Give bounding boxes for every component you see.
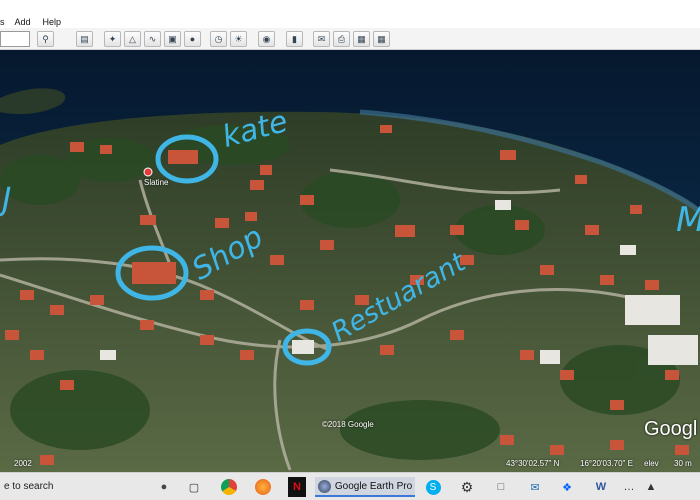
dropbox-icon[interactable]: ❖ (558, 477, 576, 497)
search-input[interactable] (0, 31, 30, 47)
menu-item-help[interactable]: Help (43, 17, 62, 27)
google-earth-icon (317, 479, 331, 493)
placemark-icon[interactable]: ✦ (104, 31, 121, 47)
satellite-imagery (0, 50, 700, 472)
overlay-icon[interactable]: ▣ (164, 31, 181, 47)
toolbar: ⚲ ▤ ✦ △ ∿ ▣ ● ◷ ☀ ◉ ▮ ✉ ⎙ ▦ ▦ (0, 28, 700, 50)
network-icon[interactable]: ▲ (642, 477, 660, 497)
chrome-icon[interactable] (220, 477, 238, 497)
ruler-icon[interactable]: ▮ (286, 31, 303, 47)
menu-bar: s Add Help (0, 0, 700, 28)
google-brand: Googl (644, 418, 698, 440)
google-earth-taskbar-button[interactable]: Google Earth Pro (315, 477, 415, 497)
mail-icon[interactable]: ✉ (526, 477, 544, 497)
altitude-readout: 30 m (674, 459, 692, 468)
sidebar-toggle-icon[interactable]: ▤ (76, 31, 93, 47)
word-icon[interactable]: W (592, 477, 610, 497)
settings-gear-icon[interactable]: ⚙ (458, 477, 476, 497)
menu-item-tools[interactable]: s (0, 17, 5, 27)
skype-icon[interactable]: S (424, 477, 442, 497)
historical-imagery-icon[interactable]: ◷ (210, 31, 227, 47)
taskbar: e to search ● ▢ N Google Earth Pro S ⚙ □… (0, 472, 700, 500)
longitude-readout: 16°20'03.70" E (580, 459, 633, 468)
path-icon[interactable]: ∿ (144, 31, 161, 47)
latitude-readout: 43°30'02.57" N (506, 459, 560, 468)
netflix-icon[interactable]: N (288, 477, 306, 497)
search-icon[interactable]: ⚲ (37, 31, 54, 47)
annotation-right-edge: M (676, 200, 700, 240)
tour-icon[interactable]: ● (184, 31, 201, 47)
taskbar-search-text[interactable]: e to search (4, 481, 53, 492)
view-in-maps-icon[interactable]: ▦ (373, 31, 390, 47)
email-icon[interactable]: ✉ (313, 31, 330, 47)
sunlight-icon[interactable]: ☀ (230, 31, 247, 47)
place-label: Slatine (144, 178, 169, 187)
elevation-label: elev (644, 459, 659, 468)
placemark-pin-icon[interactable] (143, 167, 153, 177)
overflow-icon[interactable]: … (622, 477, 636, 497)
annotation-left-edge: J (2, 180, 12, 218)
firefox-icon[interactable] (254, 477, 272, 497)
menu-item-add[interactable]: Add (15, 17, 31, 27)
polygon-icon[interactable]: △ (124, 31, 141, 47)
google-earth-label: Google Earth Pro (334, 480, 413, 492)
save-image-icon[interactable]: ▦ (353, 31, 370, 47)
imagery-year: 2002 (14, 459, 32, 468)
planet-icon[interactable]: ◉ (258, 31, 275, 47)
microphone-icon[interactable]: ● (155, 477, 173, 497)
map-viewport[interactable]: Slatine kate Shop Restuarant J M ©2018 G… (0, 50, 700, 472)
copyright-label: ©2018 Google (322, 420, 374, 429)
task-view-icon[interactable]: ▢ (185, 477, 203, 497)
store-icon[interactable]: □ (492, 477, 510, 497)
print-icon[interactable]: ⎙ (333, 31, 350, 47)
